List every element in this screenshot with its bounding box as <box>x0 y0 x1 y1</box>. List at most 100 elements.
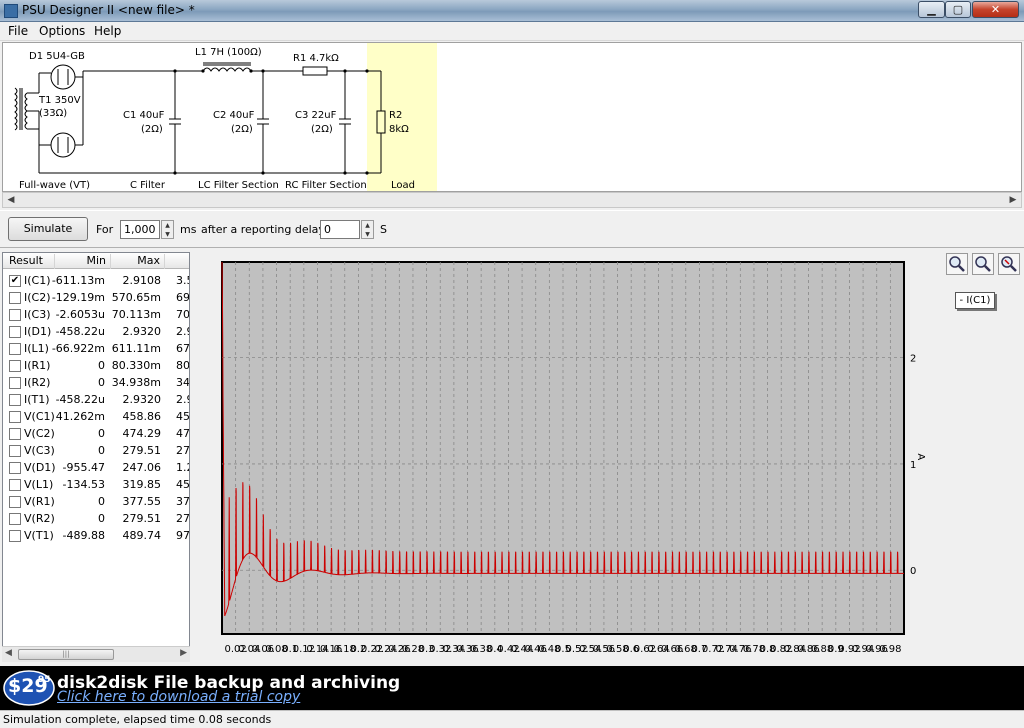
schematic-panel[interactable]: D1 5U4-GB L1 7H (100Ω) R1 4.7kΩ T1 350V … <box>2 42 1022 192</box>
result-checkbox[interactable] <box>9 292 21 304</box>
result-max: 80.330m <box>111 359 161 372</box>
scroll-right-arrow[interactable]: ▶ <box>1005 193 1021 207</box>
result-checkbox[interactable] <box>9 360 21 372</box>
result-checkbox[interactable]: ✔ <box>9 275 21 287</box>
y-axis-unit: A <box>915 453 926 460</box>
simulate-button[interactable]: Simulate <box>8 217 88 241</box>
schematic-scrollbar[interactable]: ◀ ▶ <box>2 192 1022 208</box>
results-scroll-left[interactable]: ◀ <box>5 648 12 658</box>
result-name: I(L1) <box>24 342 49 355</box>
plot-legend[interactable]: - I(C1) <box>955 292 995 309</box>
table-row[interactable]: I(T1) -458.22u 2.9320 2.9 <box>3 391 189 408</box>
label-t1-res: (33Ω) <box>39 108 68 119</box>
result-checkbox[interactable] <box>9 530 21 542</box>
result-checkbox[interactable] <box>9 462 21 474</box>
ms-label: ms <box>180 223 197 236</box>
result-name: V(D1) <box>24 461 56 474</box>
result-min: -458.22u <box>55 393 105 406</box>
table-row[interactable]: I(L1)-66.922m 611.11m 678. <box>3 340 190 357</box>
table-row[interactable]: I(C2)-129.19m 570.65m 699. <box>3 289 189 306</box>
result-name: V(C1) <box>24 410 55 423</box>
result-max: 279.51 <box>122 444 162 457</box>
table-row[interactable]: V(D1) -955.47 247.06 1.20 <box>3 459 189 476</box>
close-button[interactable]: ✕ <box>972 1 1019 18</box>
label-l1: L1 7H (100Ω) <box>195 47 262 58</box>
result-checkbox[interactable] <box>9 479 21 491</box>
delay-spinner[interactable]: ▲ ▼ <box>361 220 374 239</box>
result-checkbox[interactable] <box>9 326 21 338</box>
result-name: I(C3) <box>24 308 51 321</box>
col-max[interactable]: Max <box>111 254 165 269</box>
menu-file[interactable]: File <box>8 24 28 38</box>
duration-spinner[interactable]: ▲ ▼ <box>161 220 174 239</box>
result-checkbox[interactable] <box>9 309 21 321</box>
table-row[interactable]: V(C2) 0 474.29 47 <box>3 425 189 442</box>
result-min: -955.47 <box>62 461 105 474</box>
menu-options[interactable]: Options <box>39 24 85 38</box>
menu-bar: File Options Help <box>0 22 1024 41</box>
result-checkbox[interactable] <box>9 377 21 389</box>
result-extra: 2.9 <box>176 393 189 406</box>
result-max: 377.55 <box>122 495 162 508</box>
result-extra: 27 <box>176 512 190 525</box>
zoom-out-icon[interactable] <box>972 253 994 275</box>
minimize-button[interactable]: ▁ <box>918 1 945 18</box>
result-checkbox[interactable] <box>9 513 21 525</box>
label-r1: R1 4.7kΩ <box>293 53 339 64</box>
table-row[interactable]: V(L1) -134.53 319.85 45 <box>3 476 189 493</box>
table-row[interactable]: I(R1) 0 80.330m 80.3 <box>3 357 189 374</box>
zoom-in-icon[interactable] <box>946 253 968 275</box>
ad-banner[interactable]: $29 95 disk2disk File backup and archivi… <box>0 666 1024 710</box>
table-row[interactable]: V(R1) 0 377.55 37 <box>3 493 189 510</box>
result-checkbox[interactable] <box>9 445 21 457</box>
window-title: PSU Designer II <new file> * <box>22 3 195 17</box>
scroll-left-arrow[interactable]: ◀ <box>3 193 19 207</box>
results-scroll-right[interactable]: ▶ <box>180 648 187 658</box>
plot-chart[interactable]: 210A0.020.040.060.080.10.120.140.160.180… <box>194 250 1024 666</box>
result-checkbox[interactable] <box>9 496 21 508</box>
section-fullwave[interactable]: Full-wave (VT) <box>19 180 90 191</box>
label-c2: C2 40uF <box>213 110 255 121</box>
maximize-button[interactable]: ▢ <box>945 1 971 18</box>
table-row[interactable]: I(D1)-458.22u 2.9320 2.9 <box>3 323 189 340</box>
results-scroll-thumb[interactable]: ||| <box>18 649 114 660</box>
table-row[interactable]: I(R2) 0 34.938m 34.9 <box>3 374 189 391</box>
duration-input[interactable] <box>120 220 160 239</box>
result-checkbox[interactable] <box>9 428 21 440</box>
col-result[interactable]: Result <box>3 254 55 269</box>
result-name: I(C1) <box>24 274 51 287</box>
banner-download-link[interactable]: Click here to download a trial copy <box>57 689 300 705</box>
results-table[interactable]: Result Min Max ✔I(C1)-611.13m 2.9108 3.5 I(… <box>2 252 190 660</box>
delay-input[interactable] <box>320 220 360 239</box>
result-max: 34.938m <box>111 376 161 389</box>
table-row[interactable]: ✔I(C1)-611.13m 2.9108 3.5 <box>3 272 189 289</box>
table-row[interactable]: I(C3) -2.6053u 70.113m 70.1 <box>3 306 189 323</box>
result-name: V(R1) <box>24 495 55 508</box>
section-load[interactable]: Load <box>391 180 415 191</box>
section-rc-filter[interactable]: RC Filter Section <box>285 180 367 191</box>
result-min: -489.88 <box>62 529 105 542</box>
zoom-reset-icon[interactable] <box>998 253 1020 275</box>
table-row[interactable]: V(C3) 0 279.51 27 <box>3 442 189 459</box>
result-max: 70.113m <box>111 308 161 321</box>
result-checkbox[interactable] <box>9 343 21 355</box>
status-bar: Simulation complete, elapsed time 0.08 s… <box>0 710 1024 728</box>
table-row[interactable]: V(C1) 41.262m 458.86 45 <box>3 408 190 425</box>
table-row[interactable]: V(T1) -489.88 489.74 97 <box>3 527 189 544</box>
col-min[interactable]: Min <box>55 254 111 269</box>
section-c-filter[interactable]: C Filter <box>130 180 165 191</box>
result-checkbox[interactable] <box>9 394 21 406</box>
result-checkbox[interactable] <box>9 411 21 423</box>
result-min: -458.22u <box>55 325 105 338</box>
menu-help[interactable]: Help <box>94 24 121 38</box>
result-extra: 45 <box>176 410 190 423</box>
result-max: 2.9320 <box>122 325 162 338</box>
result-extra: 1.20 <box>176 461 189 474</box>
result-max: 474.29 <box>122 427 162 440</box>
section-lc-filter[interactable]: LC Filter Section <box>198 180 279 191</box>
results-scrollbar[interactable]: ||| ◀ ▶ <box>2 646 190 662</box>
result-min: -611.13m <box>51 274 105 287</box>
result-min: 0 <box>98 512 105 525</box>
result-extra: 678. <box>176 342 190 355</box>
table-row[interactable]: V(R2) 0 279.51 27 <box>3 510 190 527</box>
